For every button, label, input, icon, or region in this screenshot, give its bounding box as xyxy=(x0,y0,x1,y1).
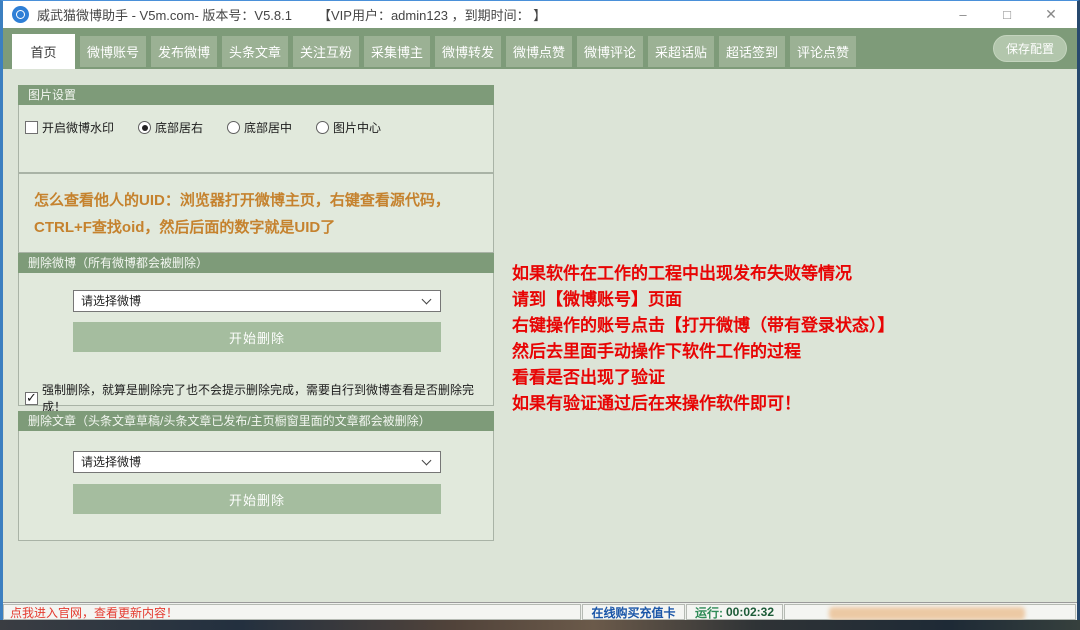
delete-article-body: 请选择微博 开始删除 xyxy=(18,431,494,541)
tab-weibo-account[interactable]: 微博账号 xyxy=(80,36,146,67)
maximize-button[interactable]: □ xyxy=(985,1,1029,28)
uid-help-panel: 怎么查看他人的UID：浏览器打开微博主页，右键查看源代码， CTRL+F查找oi… xyxy=(18,173,494,253)
notice-line: 请到【微博账号】页面 xyxy=(512,287,1072,313)
uid-help-line2: CTRL+F查找oid，然后后面的数字就是UID了 xyxy=(34,214,493,241)
runtime-panel: 运行: 00:02:32 xyxy=(686,604,783,620)
delete-weibo-combobox[interactable]: 请选择微博 xyxy=(73,290,441,312)
delete-weibo-body: 请选择微博 开始删除 强制删除，就算是删除完了也不会提示删除完成，需要自行到微博… xyxy=(18,273,494,406)
chevron-down-icon xyxy=(422,456,432,466)
watermark-label: 开启微博水印 xyxy=(42,119,114,136)
buy-card-link[interactable]: 在线购买充值卡 xyxy=(582,604,685,620)
watermark-checkbox-row[interactable]: 开启微博水印 xyxy=(25,119,114,136)
official-site-link[interactable]: 点我进入官网，查看更新内容！ xyxy=(3,604,581,620)
status-extra-panel xyxy=(784,604,1076,620)
tab-follow-mutual[interactable]: 关注互粉 xyxy=(293,36,359,67)
delete-weibo-combo-value: 请选择微博 xyxy=(81,294,141,308)
app-icon xyxy=(12,6,29,23)
vip-info: 【VIP用户：admin123 ，到期时间： 】 xyxy=(318,5,546,24)
notice-line: 然后去里面手动操作下软件工作的过程 xyxy=(512,339,1072,365)
close-button[interactable]: ✕ xyxy=(1029,1,1073,28)
uid-help-line1: 怎么查看他人的UID：浏览器打开微博主页，右键查看源代码， xyxy=(34,187,493,214)
tab-weibo-like[interactable]: 微博点赞 xyxy=(506,36,572,67)
delete-article-combobox[interactable]: 请选择微博 xyxy=(73,451,441,473)
image-settings-header: 图片设置 xyxy=(18,85,494,105)
tab-strip: 首页 微博账号 发布微博 头条文章 关注互粉 采集博主 微博转发 微博点赞 微博… xyxy=(12,34,856,69)
radio-bottom-center[interactable] xyxy=(227,121,240,134)
radio-bottom-right-label: 底部居右 xyxy=(155,119,203,136)
force-delete-label: 强制删除，就算是删除完了也不会提示删除完成，需要自行到微博查看是否删除完成！ xyxy=(42,381,493,415)
tab-supertopic-checkin[interactable]: 超话签到 xyxy=(719,36,785,67)
window-controls: – □ ✕ xyxy=(941,1,1077,28)
tab-weibo-repost[interactable]: 微博转发 xyxy=(435,36,501,67)
tab-comment-like[interactable]: 评论点赞 xyxy=(790,36,856,67)
tab-collect-blogger[interactable]: 采集博主 xyxy=(364,36,430,67)
app-icon-glyph xyxy=(16,10,25,19)
radio-image-center[interactable] xyxy=(316,121,329,134)
status-bar: 点我进入官网，查看更新内容！ 在线购买充值卡 运行: 00:02:32 xyxy=(3,602,1077,621)
chevron-down-icon xyxy=(422,295,432,305)
minimize-button[interactable]: – xyxy=(941,1,985,28)
radio-bottom-right-row[interactable]: 底部居右 xyxy=(138,119,203,136)
force-delete-checkbox[interactable] xyxy=(25,392,38,405)
radio-image-center-row[interactable]: 图片中心 xyxy=(316,119,381,136)
notice-line: 如果软件在工作的工程中出现发布失败等情况 xyxy=(512,261,1072,287)
delete-weibo-start-button[interactable]: 开始删除 xyxy=(73,322,441,352)
delete-weibo-header: 删除微博（所有微博都会被删除） xyxy=(18,253,494,273)
app-window: 威武猫微博助手 - V5m.com- 版本号：V5.8.1 【VIP用户：adm… xyxy=(0,0,1080,630)
desktop-background-strip xyxy=(0,620,1080,630)
titlebar: 威武猫微博助手 - V5m.com- 版本号：V5.8.1 【VIP用户：adm… xyxy=(3,1,1077,28)
delete-article-combo-value: 请选择微博 xyxy=(81,455,141,469)
tab-home[interactable]: 首页 xyxy=(12,34,75,69)
save-config-button[interactable]: 保存配置 xyxy=(993,35,1067,62)
notice-block: 如果软件在工作的工程中出现发布失败等情况 请到【微博账号】页面 右键操作的账号点… xyxy=(512,261,1072,417)
runtime-label: 运行: xyxy=(695,604,723,621)
image-settings-controls: 开启微博水印 底部居右 底部居中 图片中心 xyxy=(19,105,493,136)
delete-article-header: 删除文章（头条文章草稿/头条文章已发布/主页橱窗里面的文章都会被删除） xyxy=(18,411,494,431)
notice-line: 如果有验证通过后在来操作软件即可！ xyxy=(512,391,1072,417)
delete-article-start-button[interactable]: 开始删除 xyxy=(73,484,441,514)
tab-supertopic-collect[interactable]: 采超话贴 xyxy=(648,36,714,67)
image-settings-body: 开启微博水印 底部居右 底部居中 图片中心 xyxy=(18,105,494,173)
radio-bottom-center-row[interactable]: 底部居中 xyxy=(227,119,292,136)
tab-bar: 首页 微博账号 发布微博 头条文章 关注互粉 采集博主 微博转发 微博点赞 微博… xyxy=(3,28,1077,69)
notice-line: 看看是否出现了验证 xyxy=(512,365,1072,391)
tab-toutiao-article[interactable]: 头条文章 xyxy=(222,36,288,67)
tab-weibo-comment[interactable]: 微博评论 xyxy=(577,36,643,67)
radio-image-center-label: 图片中心 xyxy=(333,119,381,136)
redacted-blur xyxy=(829,607,1025,620)
watermark-checkbox[interactable] xyxy=(25,121,38,134)
radio-bottom-center-label: 底部居中 xyxy=(244,119,292,136)
window-title: 威武猫微博助手 - V5m.com- 版本号：V5.8.1 xyxy=(37,5,292,24)
force-delete-row[interactable]: 强制删除，就算是删除完了也不会提示删除完成，需要自行到微博查看是否删除完成！ xyxy=(25,381,493,415)
notice-line: 右键操作的账号点击【打开微博（带有登录状态）】 xyxy=(512,313,1072,339)
radio-bottom-right[interactable] xyxy=(138,121,151,134)
runtime-value: 00:02:32 xyxy=(726,605,774,619)
tab-publish-weibo[interactable]: 发布微博 xyxy=(151,36,217,67)
